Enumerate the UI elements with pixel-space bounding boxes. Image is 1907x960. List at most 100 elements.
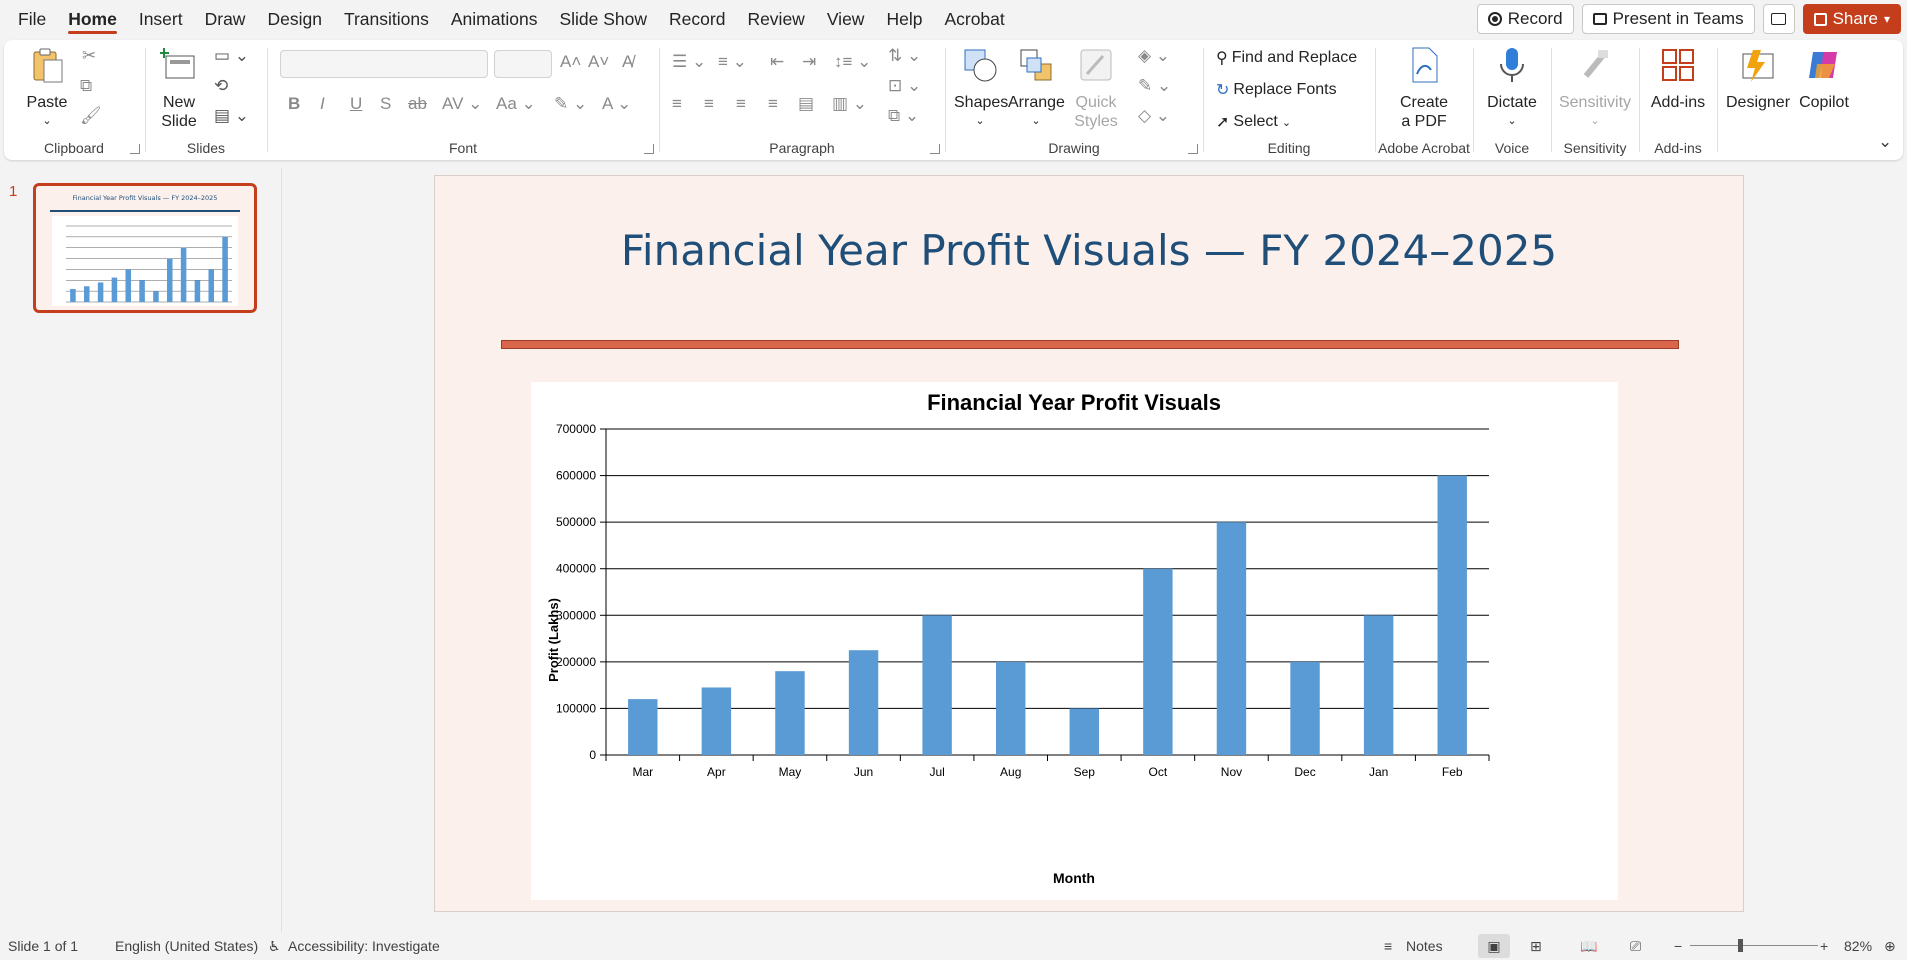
- font-size-dropdown[interactable]: [494, 50, 552, 78]
- bold-icon[interactable]: B: [288, 94, 300, 114]
- chart-bar-jun: [848, 650, 879, 755]
- select-button[interactable]: ➚ Select ⌄: [1216, 112, 1291, 132]
- increase-font-icon[interactable]: A˄: [560, 52, 581, 72]
- find-and-replace-button[interactable]: ⚲ Find and Replace: [1216, 48, 1357, 68]
- bullets-icon[interactable]: ☰ ⌄: [672, 52, 706, 72]
- fit-to-window-icon[interactable]: ⊕: [1884, 938, 1896, 955]
- italic-icon[interactable]: I: [320, 94, 325, 114]
- text-direction-icon[interactable]: ⇅ ⌄: [888, 46, 921, 66]
- increase-indent-icon[interactable]: ⇥: [802, 52, 816, 72]
- thumbnail-bar: [125, 269, 132, 302]
- reset-icon[interactable]: ⟲: [214, 76, 228, 96]
- tab-review[interactable]: Review: [736, 0, 815, 38]
- paste-button[interactable]: Paste ⌄: [22, 46, 72, 131]
- line-spacing-icon[interactable]: ↕≡ ⌄: [834, 52, 871, 72]
- designer-button[interactable]: Designer: [1726, 46, 1790, 112]
- tab-acrobat[interactable]: Acrobat: [933, 0, 1015, 38]
- slide-sorter-icon[interactable]: ⊞: [1530, 938, 1542, 955]
- tab-design[interactable]: Design: [256, 0, 332, 38]
- reading-view-icon[interactable]: 📖: [1580, 938, 1597, 955]
- language-status[interactable]: English (United States): [115, 938, 258, 954]
- shape-fill-icon[interactable]: ◈ ⌄: [1138, 46, 1170, 66]
- normal-view-icon[interactable]: ▣: [1478, 934, 1510, 958]
- slide-thumbnail[interactable]: Financial Year Profit Visuals — FY 2024–…: [33, 183, 257, 313]
- share-button[interactable]: Share ▾: [1802, 4, 1901, 34]
- tab-insert[interactable]: Insert: [128, 0, 194, 38]
- copilot-label: Copilot: [1799, 94, 1849, 111]
- font-color-icon[interactable]: A ⌄: [602, 94, 631, 114]
- clipboard-launcher-icon[interactable]: [130, 144, 140, 154]
- underline-icon[interactable]: U: [350, 94, 362, 114]
- cut-icon[interactable]: ✂: [82, 46, 96, 66]
- clear-formatting-icon[interactable]: A̸: [622, 52, 633, 72]
- present-in-teams-button[interactable]: Present in Teams: [1581, 4, 1755, 34]
- x-tick-label: Apr: [707, 765, 726, 779]
- align-right-icon[interactable]: ≡: [736, 94, 746, 114]
- replace-fonts-button[interactable]: ↻ Replace Fonts: [1216, 80, 1337, 100]
- create-pdf-button[interactable]: Create a PDF: [1384, 46, 1464, 131]
- highlight-icon[interactable]: ✎ ⌄: [554, 94, 587, 114]
- align-left-icon[interactable]: ≡: [672, 94, 682, 114]
- add-ins-button[interactable]: Add-ins: [1644, 46, 1712, 112]
- x-tick-label: May: [779, 765, 802, 779]
- slideshow-view-icon[interactable]: ⎚: [1630, 938, 1641, 955]
- title-accent-bar[interactable]: [501, 340, 1679, 349]
- numbering-icon[interactable]: ≡ ⌄: [718, 52, 747, 72]
- tab-file[interactable]: File: [7, 0, 57, 38]
- align-center-icon[interactable]: ≡: [704, 94, 714, 114]
- justify-icon[interactable]: ≡: [768, 94, 778, 114]
- format-painter-icon[interactable]: 🖌: [80, 106, 102, 126]
- y-tick-label: 300000: [556, 608, 596, 622]
- tab-help[interactable]: Help: [875, 0, 933, 38]
- paragraph-launcher-icon[interactable]: [930, 144, 940, 154]
- zoom-out-icon[interactable]: −: [1674, 938, 1682, 954]
- tab-record[interactable]: Record: [658, 0, 736, 38]
- chevron-down-icon: ⌄: [1507, 115, 1517, 127]
- smartart-icon[interactable]: ⧉ ⌄: [888, 106, 919, 126]
- shadow-icon[interactable]: S: [380, 94, 391, 114]
- zoom-slider-thumb[interactable]: [1738, 939, 1743, 952]
- notes-button[interactable]: Notes: [1406, 938, 1443, 954]
- zoom-in-icon[interactable]: +: [1820, 938, 1828, 954]
- change-case-icon[interactable]: Aa ⌄: [496, 94, 536, 114]
- tab-transitions[interactable]: Transitions: [333, 0, 440, 38]
- decrease-font-icon[interactable]: A˅: [588, 52, 609, 72]
- comments-button[interactable]: [1762, 4, 1795, 34]
- tab-animations[interactable]: Animations: [440, 0, 549, 38]
- copilot-button[interactable]: Copilot: [1794, 46, 1854, 112]
- chart-area[interactable]: Financial Year Profit Visuals 0 100000 200…: [531, 382, 1618, 900]
- arrange-button[interactable]: Arrange ⌄: [1008, 46, 1065, 131]
- font-launcher-icon[interactable]: [644, 144, 654, 154]
- collapse-ribbon-icon[interactable]: ⌄: [1878, 132, 1892, 152]
- zoom-slider[interactable]: [1690, 945, 1818, 946]
- decrease-indent-icon[interactable]: ⇤: [770, 52, 784, 72]
- tab-view[interactable]: View: [816, 0, 876, 38]
- new-slide-button[interactable]: New Slide: [154, 46, 204, 131]
- font-family-dropdown[interactable]: [280, 50, 488, 78]
- zoom-level[interactable]: 82%: [1844, 938, 1872, 954]
- layout-icon[interactable]: ▭ ⌄: [214, 46, 249, 66]
- strikethrough-icon[interactable]: ab: [408, 94, 427, 114]
- tab-slide-show[interactable]: Slide Show: [548, 0, 658, 38]
- thumbnail-bar: [70, 288, 76, 302]
- columns-icon[interactable]: ▥ ⌄: [832, 94, 867, 114]
- align-text-icon[interactable]: ⊡ ⌄: [888, 76, 921, 96]
- accessibility-status[interactable]: Accessibility: Investigate: [288, 938, 440, 954]
- drawing-launcher-icon[interactable]: [1188, 144, 1198, 154]
- sensitivity-button[interactable]: Sensitivity ⌄: [1554, 46, 1636, 131]
- slide-title[interactable]: Financial Year Profit Visuals — FY 2024–…: [435, 226, 1743, 275]
- shape-effects-icon[interactable]: ◇ ⌄: [1138, 106, 1170, 126]
- tab-draw[interactable]: Draw: [194, 0, 257, 38]
- character-spacing-icon[interactable]: AV ⌄: [442, 94, 482, 114]
- distributed-icon[interactable]: ▤: [798, 94, 814, 114]
- copy-icon[interactable]: ⧉: [80, 76, 92, 96]
- tab-home[interactable]: Home: [57, 0, 128, 38]
- quick-styles-button[interactable]: Quick Styles: [1068, 46, 1124, 131]
- paragraph-group: ☰ ⌄ ≡ ⌄ ⇤ ⇥ ↕≡ ⌄ ⇅ ⌄ ≡ ≡ ≡ ≡ ▤ ▥ ⌄ ⊡ ⌄ ⧉…: [660, 40, 944, 160]
- shapes-button[interactable]: Shapes ⌄: [954, 46, 1008, 131]
- record-button[interactable]: Record: [1476, 4, 1574, 34]
- dictate-button[interactable]: Dictate ⌄: [1480, 46, 1544, 131]
- section-icon[interactable]: ▤ ⌄: [214, 106, 249, 126]
- shape-outline-icon[interactable]: ✎ ⌄: [1138, 76, 1171, 96]
- slide-canvas[interactable]: Financial Year Profit Visuals — FY 2024–…: [434, 175, 1744, 912]
